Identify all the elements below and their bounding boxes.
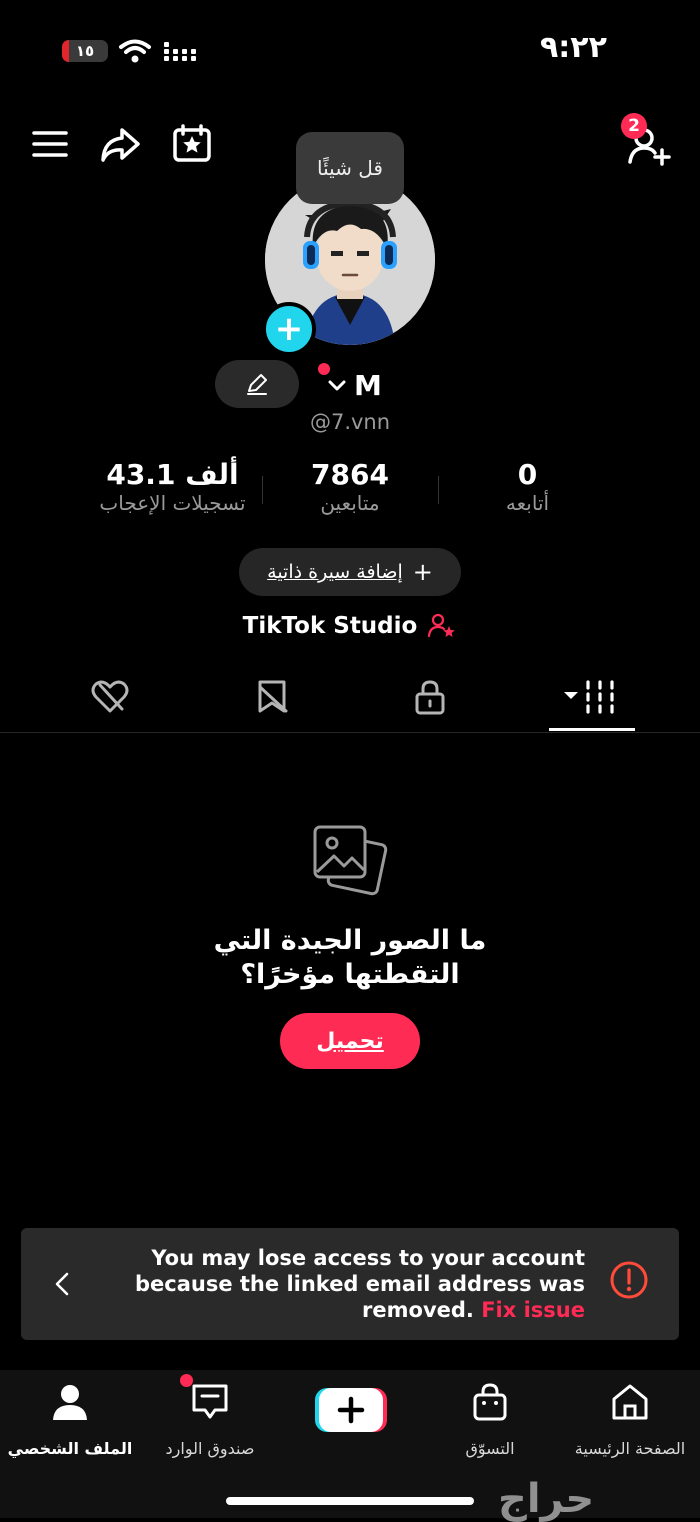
username: @7.vnn bbox=[309, 410, 391, 434]
chevron-left-icon[interactable] bbox=[50, 1268, 74, 1300]
home-indicator bbox=[226, 1497, 474, 1505]
fix-issue-link[interactable]: Fix issue bbox=[481, 1298, 585, 1322]
likes-count: 43.1 ألف bbox=[106, 458, 239, 491]
stat-followers[interactable]: 7864 متابعين bbox=[290, 458, 410, 515]
battery-indicator: ١٥ bbox=[62, 40, 108, 62]
add-avatar-button[interactable]: + bbox=[262, 302, 316, 356]
status-time: ٩:٢٢ bbox=[540, 30, 607, 65]
battery-level: ١٥ bbox=[75, 42, 95, 60]
lock-icon bbox=[415, 680, 445, 715]
studio-label: TikTok Studio bbox=[242, 613, 418, 639]
tab-liked[interactable] bbox=[60, 672, 160, 722]
home-icon bbox=[608, 1382, 652, 1422]
calendar-star-icon[interactable] bbox=[170, 122, 214, 166]
plus-icon: + bbox=[412, 558, 433, 586]
following-label: أتابعه bbox=[505, 491, 550, 515]
tab-videos[interactable] bbox=[542, 672, 642, 722]
upload-label: تحميل bbox=[316, 1028, 384, 1054]
upload-button[interactable]: تحميل bbox=[280, 1013, 420, 1069]
profile-name: M bbox=[354, 368, 382, 402]
followers-label: متابعين bbox=[320, 491, 380, 515]
inbox-unread-dot bbox=[180, 1374, 193, 1387]
tabs-divider bbox=[0, 732, 700, 733]
say-something-tooltip[interactable]: قل شيئًا bbox=[296, 132, 404, 204]
chevron-down-icon bbox=[328, 380, 346, 391]
tab-favorites[interactable] bbox=[222, 672, 322, 722]
warning-icon bbox=[609, 1260, 649, 1300]
creator-star-icon bbox=[428, 613, 456, 638]
nav-shop-label: التسوّق bbox=[465, 1439, 515, 1458]
empty-state-line-1: ما الصور الجيدة التي bbox=[213, 925, 487, 956]
empty-state-title: ما الصور الجيدة التي التقطتها مؤخرًا؟ bbox=[150, 924, 550, 992]
active-tab-indicator bbox=[549, 728, 635, 731]
share-icon[interactable] bbox=[98, 122, 142, 166]
nav-profile-label: الملف الشخصي bbox=[7, 1439, 133, 1458]
create-button[interactable] bbox=[315, 1385, 387, 1435]
notification-badge: 2 bbox=[621, 113, 647, 139]
likes-label: تسجيلات الإعجاب bbox=[99, 491, 246, 515]
nav-inbox[interactable]: صندوق الوارد bbox=[140, 1378, 280, 1458]
nav-home-label: الصفحة الرئيسية bbox=[574, 1439, 686, 1458]
following-count: 0 bbox=[517, 458, 538, 491]
create-plus-icon bbox=[315, 1388, 387, 1432]
bookmark-hidden-icon bbox=[258, 680, 288, 713]
tiktok-studio-link[interactable]: TikTok Studio bbox=[200, 606, 500, 646]
followers-count: 7864 bbox=[311, 458, 389, 491]
profile-icon bbox=[50, 1382, 90, 1422]
add-bio-label: إضافة سيرة ذاتية bbox=[267, 561, 403, 583]
stat-divider bbox=[438, 476, 439, 504]
nav-shop[interactable]: التسوّق bbox=[420, 1378, 560, 1458]
account-switcher[interactable]: M bbox=[326, 365, 382, 405]
stat-following[interactable]: 0 أتابعه bbox=[475, 458, 580, 515]
watermark: حراج bbox=[498, 1476, 595, 1522]
edit-profile-button[interactable] bbox=[215, 360, 299, 408]
empty-state-line-2: التقطتها مؤخرًا؟ bbox=[240, 959, 460, 990]
wifi-icon bbox=[118, 38, 152, 64]
signal-icon bbox=[162, 40, 200, 64]
grid-dropdown-icon bbox=[564, 680, 614, 714]
pencil-icon bbox=[247, 374, 267, 395]
photos-icon bbox=[310, 822, 390, 904]
heart-hidden-icon bbox=[91, 680, 129, 713]
menu-icon[interactable] bbox=[28, 122, 72, 166]
stat-likes[interactable]: 43.1 ألف تسجيلات الإعجاب bbox=[75, 458, 270, 515]
nav-inbox-label: صندوق الوارد bbox=[165, 1439, 255, 1458]
nav-profile[interactable]: الملف الشخصي bbox=[0, 1378, 140, 1458]
shopping-bag-icon bbox=[470, 1382, 510, 1422]
nav-home[interactable]: الصفحة الرئيسية bbox=[560, 1378, 700, 1458]
tab-private[interactable] bbox=[380, 672, 480, 722]
banner-message: You may lose access to your account beca… bbox=[80, 1245, 585, 1323]
add-bio-button[interactable]: إضافة سيرة ذاتية + bbox=[239, 548, 461, 596]
inbox-icon bbox=[190, 1382, 230, 1422]
